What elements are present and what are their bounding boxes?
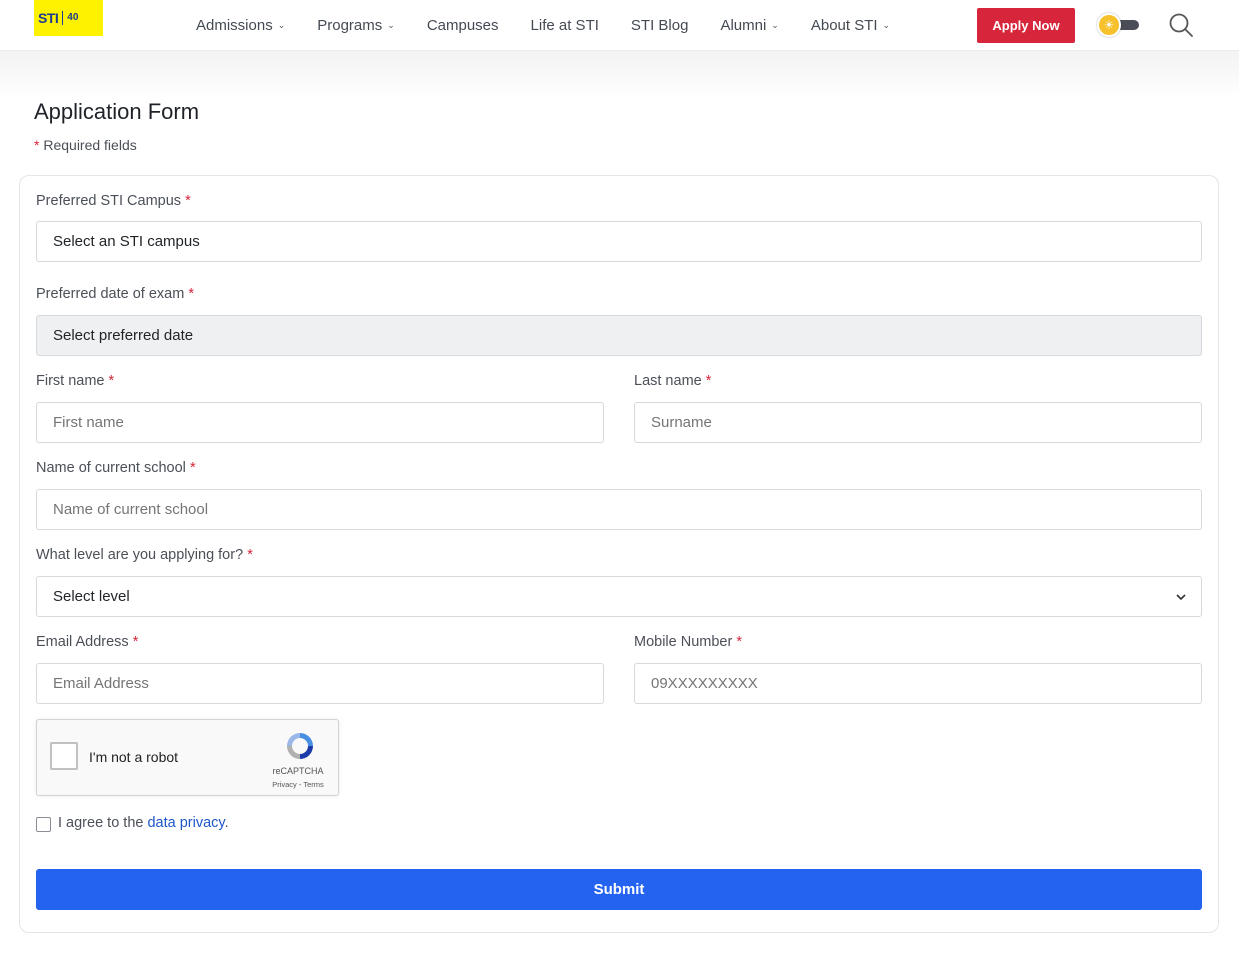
required-star: *: [736, 634, 743, 650]
recaptcha-logo-icon: [287, 733, 313, 759]
school-input[interactable]: [53, 501, 1201, 518]
recaptcha-widget: I'm not a robot reCAPTCHA Privacy - Term…: [36, 719, 339, 796]
nav-label: About STI: [810, 17, 878, 34]
required-star: *: [189, 460, 196, 476]
last-name-label-text: Last name: [634, 373, 702, 389]
email-input[interactable]: [53, 675, 603, 692]
email-label-text: Email Address: [36, 634, 129, 650]
campus-label-text: Preferred STI Campus: [36, 193, 182, 209]
agree-text: I agree to the data privacy.: [58, 815, 229, 831]
level-label: What level are you applying for? *: [36, 547, 253, 563]
nav-label: Programs: [317, 17, 383, 34]
required-star: *: [132, 634, 139, 650]
campus-label: Preferred STI Campus *: [36, 193, 191, 209]
agree-suffix: .: [224, 815, 229, 831]
site-header: STI 40 Admissions ⌄ Programs ⌄ Campuses Li…: [0, 0, 1239, 51]
mobile-input[interactable]: [651, 675, 1201, 692]
school-label-text: Name of current school: [36, 460, 186, 476]
last-name-field[interactable]: [634, 402, 1202, 443]
exam-date-label: Preferred date of exam *: [36, 286, 194, 302]
required-note-text: Required fields: [43, 137, 137, 153]
required-star: *: [34, 137, 40, 153]
exam-date-field[interactable]: Select preferred date: [36, 315, 1202, 356]
nav-label: Alumni: [720, 17, 767, 34]
data-privacy-link[interactable]: data privacy: [147, 815, 224, 831]
sti-logo[interactable]: STI 40: [34, 0, 103, 36]
email-label: Email Address *: [36, 634, 138, 650]
apply-now-button[interactable]: Apply Now: [977, 8, 1075, 43]
nav-label: Life at STI: [530, 17, 599, 34]
mobile-label: Mobile Number *: [634, 634, 742, 650]
required-star: *: [188, 286, 194, 302]
school-field[interactable]: [36, 489, 1202, 530]
recaptcha-checkbox[interactable]: [50, 742, 78, 770]
mobile-label-text: Mobile Number: [634, 634, 733, 650]
agree-checkbox[interactable]: [36, 817, 51, 832]
first-name-field[interactable]: [36, 402, 604, 443]
chevron-down-icon: ⌄: [882, 20, 891, 30]
logo-badge: 40: [67, 12, 79, 23]
email-field[interactable]: [36, 663, 604, 704]
search-icon[interactable]: [1168, 12, 1194, 38]
first-name-input[interactable]: [53, 414, 603, 431]
nav-admissions[interactable]: Admissions ⌄: [196, 17, 285, 34]
campus-select[interactable]: Select an STI campus: [36, 221, 1202, 262]
main-nav: Admissions ⌄ Programs ⌄ Campuses Life at S…: [196, 0, 922, 51]
nav-sti-blog[interactable]: STI Blog: [631, 17, 689, 34]
nav-programs[interactable]: Programs ⌄: [317, 17, 395, 34]
required-star: *: [108, 373, 115, 389]
nav-alumni[interactable]: Alumni ⌄: [720, 17, 778, 34]
level-value: Select level: [53, 588, 130, 605]
last-name-input[interactable]: [651, 414, 1201, 431]
first-name-label-text: First name: [36, 373, 105, 389]
required-note: * Required fields: [34, 137, 137, 153]
page-title: Application Form: [34, 99, 200, 124]
logo-divider: [62, 11, 64, 25]
mobile-field[interactable]: [634, 663, 1202, 704]
chevron-down-icon: [1176, 594, 1186, 601]
required-star: *: [185, 193, 191, 209]
last-name-label: Last name *: [634, 373, 711, 389]
required-star: *: [705, 373, 712, 389]
sun-icon: ☀: [1097, 13, 1121, 37]
chevron-down-icon: ⌄: [277, 20, 286, 30]
recaptcha-label: I'm not a robot: [89, 749, 179, 765]
required-star: *: [247, 547, 253, 563]
school-label: Name of current school *: [36, 460, 196, 476]
agree-prefix: I agree to the: [58, 815, 148, 831]
nav-campuses[interactable]: Campuses: [427, 17, 499, 34]
chevron-down-icon: ⌄: [771, 20, 779, 30]
theme-toggle[interactable]: ☀: [1097, 13, 1142, 37]
nav-about-sti[interactable]: About STI ⌄: [811, 17, 890, 34]
exam-date-value: Select preferred date: [53, 327, 194, 344]
chevron-down-icon: ⌄: [387, 20, 395, 30]
logo-text: STI: [38, 10, 59, 26]
nav-label: STI Blog: [630, 17, 689, 34]
level-label-text: What level are you applying for?: [36, 547, 244, 563]
nav-label: Admissions: [196, 17, 273, 34]
exam-date-label-text: Preferred date of exam: [36, 286, 185, 302]
submit-button[interactable]: Submit: [36, 869, 1202, 910]
header-shadow: [0, 51, 1239, 99]
nav-label: Campuses: [426, 17, 499, 34]
recaptcha-links[interactable]: Privacy - Terms: [265, 780, 331, 789]
first-name-label: First name *: [36, 373, 114, 389]
level-select[interactable]: Select level: [36, 576, 1202, 617]
recaptcha-brand: reCAPTCHA: [272, 766, 324, 776]
campus-value: Select an STI campus: [53, 233, 200, 250]
nav-life-at-sti[interactable]: Life at STI: [531, 17, 599, 34]
